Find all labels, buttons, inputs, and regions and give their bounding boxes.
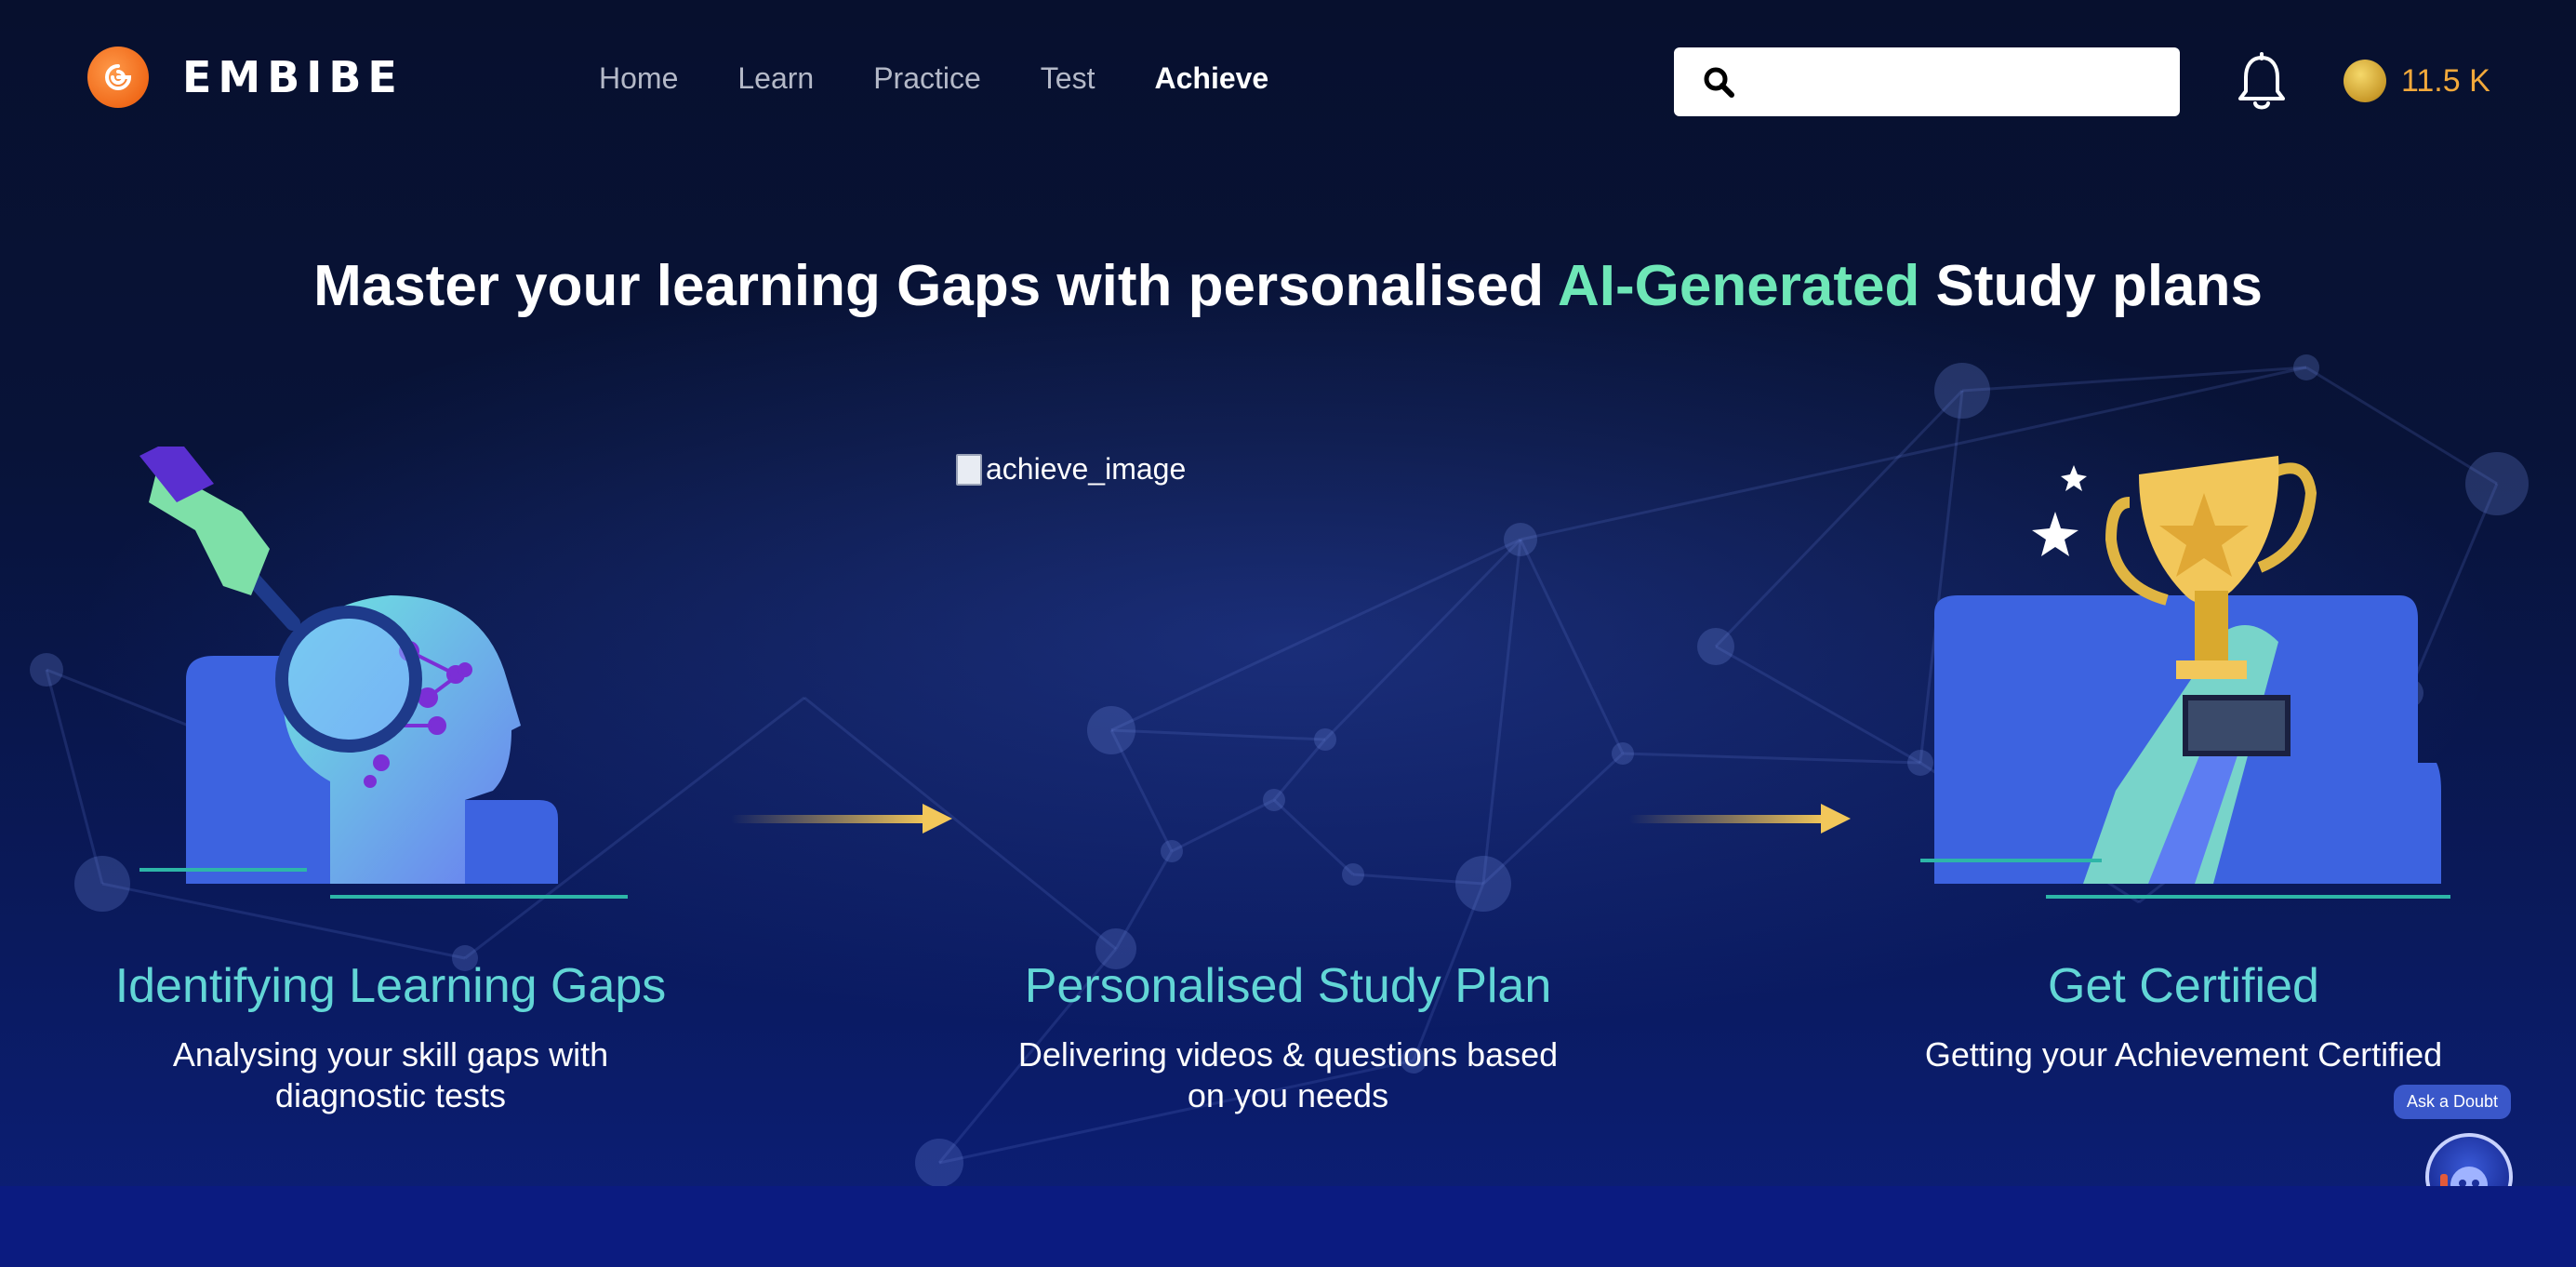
brand-name: EMBIBE (182, 52, 404, 102)
headline-text-start: Master your learning Gaps with personali… (313, 254, 1558, 318)
search-input[interactable] (1750, 65, 2161, 99)
achieve-image-alt: achieve_image (986, 452, 1187, 486)
step-title-get-certified: Get Certified (2048, 959, 2319, 1013)
coin-value: 11.5 K (2401, 62, 2490, 99)
coin-icon (2344, 60, 2386, 102)
page-headline: Master your learning Gaps with personali… (0, 253, 2576, 319)
headline-accent: AI-Generated (1558, 254, 1920, 318)
coin-balance[interactable]: 11.5 K (2344, 60, 2490, 102)
top-navigation-bar: EMBIBE Home Learn Practice Test Achieve (0, 0, 2576, 163)
nav-home[interactable]: Home (599, 61, 678, 96)
achieve-page: EMBIBE Home Learn Practice Test Achieve (0, 0, 2576, 1267)
step-desc-get-certified: Getting your Achievement Certified (1924, 1035, 2443, 1074)
trophy-illustration (1920, 456, 2450, 899)
arrow-right-icon (1629, 804, 1851, 834)
nav-achieve[interactable]: Achieve (1154, 61, 1268, 96)
step-desc-study-plan: Delivering videos & questions based on y… (1017, 1035, 1559, 1114)
headline-text-end: Study plans (1919, 254, 2263, 318)
step-title-study-plan: Personalised Study Plan (1024, 959, 1552, 1013)
ask-a-doubt-label[interactable]: Ask a Doubt (2394, 1085, 2512, 1119)
broken-image-icon (956, 453, 982, 486)
embibe-logo[interactable]: EMBIBE (87, 47, 404, 108)
achieve-image-placeholder: achieve_image (956, 452, 1186, 487)
search-icon (1702, 65, 1735, 99)
notification-bell-icon[interactable] (2236, 52, 2288, 113)
arrow-right-icon (731, 804, 952, 834)
bottom-band (0, 1186, 2576, 1267)
step-desc-identifying-gaps: Analysing your skill gaps with diagnosti… (172, 1035, 609, 1114)
nav-test[interactable]: Test (1041, 61, 1095, 96)
ask-a-doubt-widget[interactable]: Ask a Doubt (2394, 1085, 2515, 1220)
embibe-logo-icon (87, 47, 149, 108)
main-nav: Home Learn Practice Test Achieve (599, 61, 1268, 96)
search-box[interactable] (1674, 47, 2180, 116)
magnifier-brain-illustration (139, 447, 628, 899)
nav-practice[interactable]: Practice (873, 61, 981, 96)
step-title-identifying-gaps: Identifying Learning Gaps (114, 959, 667, 1013)
nav-learn[interactable]: Learn (737, 61, 814, 96)
